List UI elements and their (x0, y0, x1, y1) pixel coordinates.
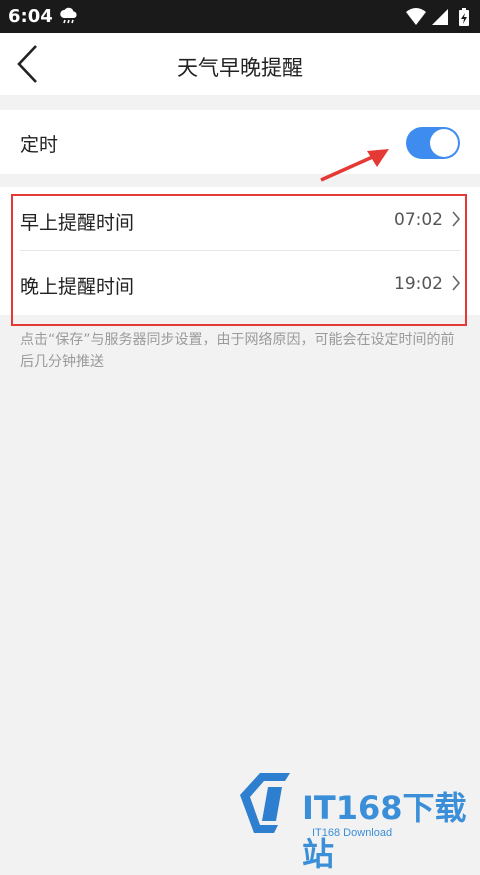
toggle-knob (430, 129, 458, 157)
cloud-rain-icon (59, 7, 79, 29)
wifi-icon (406, 8, 426, 25)
reminder-label: 早上提醒时间 (20, 212, 135, 234)
watermark-logo-icon (240, 773, 290, 833)
status-time: 6:04 (8, 6, 53, 27)
reminder-list: 早上提醒时间 07:02 晚上提醒时间 19:02 (0, 187, 480, 315)
reminder-label: 晚上提醒时间 (20, 276, 135, 298)
timer-toggle[interactable] (406, 127, 460, 159)
timer-row: 定时 (0, 110, 480, 174)
reminder-row-evening[interactable]: 晚上提醒时间 19:02 (0, 251, 480, 315)
watermark-sub: IT168 Download (312, 827, 393, 839)
app-bar: 天气早晚提醒 (0, 33, 480, 95)
battery-charging-icon (459, 8, 469, 26)
sync-note: 点击“保存”与服务器同步设置，由于网络原因，可能会在设定时间的前后几分钟推送 (20, 332, 455, 370)
chevron-right-icon (452, 275, 461, 291)
status-bar: 6:04 (0, 0, 480, 33)
page-title: 天气早晚提醒 (177, 56, 303, 80)
reminder-row-morning[interactable]: 早上提醒时间 07:02 (0, 187, 480, 251)
annotation-arrow-icon (320, 149, 389, 182)
reminder-time: 19:02 (394, 274, 443, 294)
reminder-time: 07:02 (394, 210, 443, 230)
timer-label: 定时 (20, 134, 59, 156)
chevron-right-icon (452, 211, 461, 227)
watermark: IT168下载站 IT168 Download (230, 765, 480, 873)
status-icons (404, 7, 472, 31)
signal-icon (432, 9, 448, 25)
